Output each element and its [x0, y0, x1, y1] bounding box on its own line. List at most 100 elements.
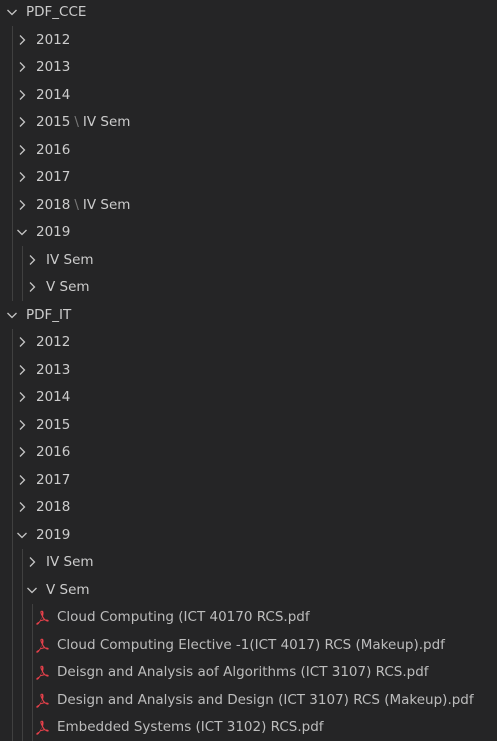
- file-label: Embedded Systems (ICT 3102) RCS.pdf: [57, 719, 324, 735]
- indent-guide: [22, 604, 23, 632]
- indent-guide: [22, 659, 23, 687]
- indent-guide: [12, 686, 13, 714]
- folder-label: IV Sem: [46, 554, 94, 570]
- indent-guide: [12, 714, 13, 741]
- folder-cce-2018[interactable]: 2018\IV Sem: [0, 191, 497, 219]
- indent-guide: [12, 329, 13, 357]
- path-separator: \: [74, 114, 79, 130]
- folder-label: 2016: [36, 444, 70, 460]
- folder-cce-2013[interactable]: 2013: [0, 54, 497, 82]
- folder-label: 2013: [36, 59, 70, 75]
- chevron-right-icon[interactable]: [14, 334, 30, 350]
- folder-cce-2014[interactable]: 2014: [0, 81, 497, 109]
- folder-it-2015[interactable]: 2015: [0, 411, 497, 439]
- compact-folder-label: IV Sem: [83, 197, 131, 213]
- folder-it-2013[interactable]: 2013: [0, 356, 497, 384]
- folder-cce-2019-v-sem[interactable]: V Sem: [0, 274, 497, 302]
- folder-pdf-cce[interactable]: PDF_CCE: [0, 0, 497, 26]
- folder-label: PDF_IT: [26, 307, 71, 323]
- folder-it-2017[interactable]: 2017: [0, 466, 497, 494]
- folder-pdf-it[interactable]: PDF_IT: [0, 301, 497, 329]
- folder-cce-2012[interactable]: 2012: [0, 26, 497, 54]
- pdf-file-icon: [34, 692, 50, 708]
- folder-cce-2015[interactable]: 2015\IV Sem: [0, 109, 497, 137]
- chevron-right-icon[interactable]: [14, 59, 30, 75]
- folder-it-2019-iv-sem[interactable]: IV Sem: [0, 549, 497, 577]
- folder-it-2019[interactable]: 2019: [0, 521, 497, 549]
- chevron-right-icon[interactable]: [14, 417, 30, 433]
- indent-guide: [22, 686, 23, 714]
- path-separator: \: [74, 197, 79, 213]
- folder-it-2018[interactable]: 2018: [0, 494, 497, 522]
- folder-label: IV Sem: [46, 252, 94, 268]
- file-cloud-computing[interactable]: Cloud Computing (ICT 40170 RCS.pdf: [0, 604, 497, 632]
- chevron-right-icon[interactable]: [14, 87, 30, 103]
- file-cloud-computing-elective[interactable]: Cloud Computing Elective -1(ICT 4017) RC…: [0, 631, 497, 659]
- folder-label: 2012: [36, 334, 70, 350]
- folder-it-2016[interactable]: 2016: [0, 439, 497, 467]
- folder-label: PDF_CCE: [26, 4, 86, 20]
- indent-guide: [12, 26, 13, 54]
- chevron-right-icon[interactable]: [14, 362, 30, 378]
- folder-cce-2019-iv-sem[interactable]: IV Sem: [0, 246, 497, 274]
- chevron-right-icon[interactable]: [24, 554, 40, 570]
- file-label: Deisgn and Analysis aof Algorithms (ICT …: [57, 664, 429, 680]
- pdf-file-icon: [34, 609, 50, 625]
- indent-guide: [12, 356, 13, 384]
- chevron-right-icon[interactable]: [14, 32, 30, 48]
- indent-guide: [32, 686, 33, 714]
- indent-guide: [32, 604, 33, 632]
- indent-guide: [22, 246, 23, 274]
- chevron-down-icon[interactable]: [14, 224, 30, 240]
- file-design-analysis-algorithms[interactable]: Deisgn and Analysis aof Algorithms (ICT …: [0, 659, 497, 687]
- folder-it-2019-v-sem[interactable]: V Sem: [0, 576, 497, 604]
- folder-it-2014[interactable]: 2014: [0, 384, 497, 412]
- indent-guide: [12, 109, 13, 137]
- indent-guide: [12, 219, 13, 247]
- chevron-right-icon[interactable]: [14, 472, 30, 488]
- chevron-down-icon[interactable]: [4, 4, 20, 20]
- folder-label: 2018: [36, 197, 70, 213]
- chevron-right-icon[interactable]: [14, 197, 30, 213]
- folder-label: 2018: [36, 499, 70, 515]
- chevron-down-icon[interactable]: [4, 307, 20, 323]
- folder-cce-2017[interactable]: 2017: [0, 164, 497, 192]
- indent-guide: [12, 521, 13, 549]
- folder-cce-2019[interactable]: 2019: [0, 219, 497, 247]
- chevron-right-icon[interactable]: [14, 142, 30, 158]
- indent-guide: [12, 384, 13, 412]
- folder-label: V Sem: [46, 279, 90, 295]
- indent-guide: [12, 604, 13, 632]
- chevron-right-icon[interactable]: [14, 114, 30, 130]
- chevron-down-icon[interactable]: [14, 527, 30, 543]
- indent-guide: [12, 576, 13, 604]
- file-label: Design and Analysis and Design (ICT 3107…: [57, 692, 474, 708]
- indent-guide: [12, 81, 13, 109]
- folder-label: 2019: [36, 224, 70, 240]
- folder-label: 2017: [36, 169, 70, 185]
- chevron-down-icon[interactable]: [24, 582, 40, 598]
- chevron-right-icon[interactable]: [24, 279, 40, 295]
- indent-guide: [12, 494, 13, 522]
- chevron-right-icon[interactable]: [14, 389, 30, 405]
- folder-label: 2016: [36, 142, 70, 158]
- folder-label: 2013: [36, 362, 70, 378]
- chevron-right-icon[interactable]: [14, 444, 30, 460]
- chevron-right-icon[interactable]: [14, 499, 30, 515]
- folder-label: 2012: [36, 32, 70, 48]
- indent-guide: [22, 274, 23, 302]
- indent-guide: [22, 631, 23, 659]
- chevron-right-icon[interactable]: [24, 252, 40, 268]
- pdf-file-icon: [34, 637, 50, 653]
- indent-guide: [22, 576, 23, 604]
- folder-it-2012[interactable]: 2012: [0, 329, 497, 357]
- file-embedded-systems[interactable]: Embedded Systems (ICT 3102) RCS.pdf: [0, 714, 497, 741]
- pdf-file-icon: [34, 664, 50, 680]
- indent-guide: [12, 136, 13, 164]
- indent-guide: [12, 411, 13, 439]
- file-design-analysis-design-makeup[interactable]: Design and Analysis and Design (ICT 3107…: [0, 686, 497, 714]
- chevron-right-icon[interactable]: [14, 169, 30, 185]
- folder-label: 2015: [36, 114, 70, 130]
- folder-label: 2014: [36, 87, 70, 103]
- folder-cce-2016[interactable]: 2016: [0, 136, 497, 164]
